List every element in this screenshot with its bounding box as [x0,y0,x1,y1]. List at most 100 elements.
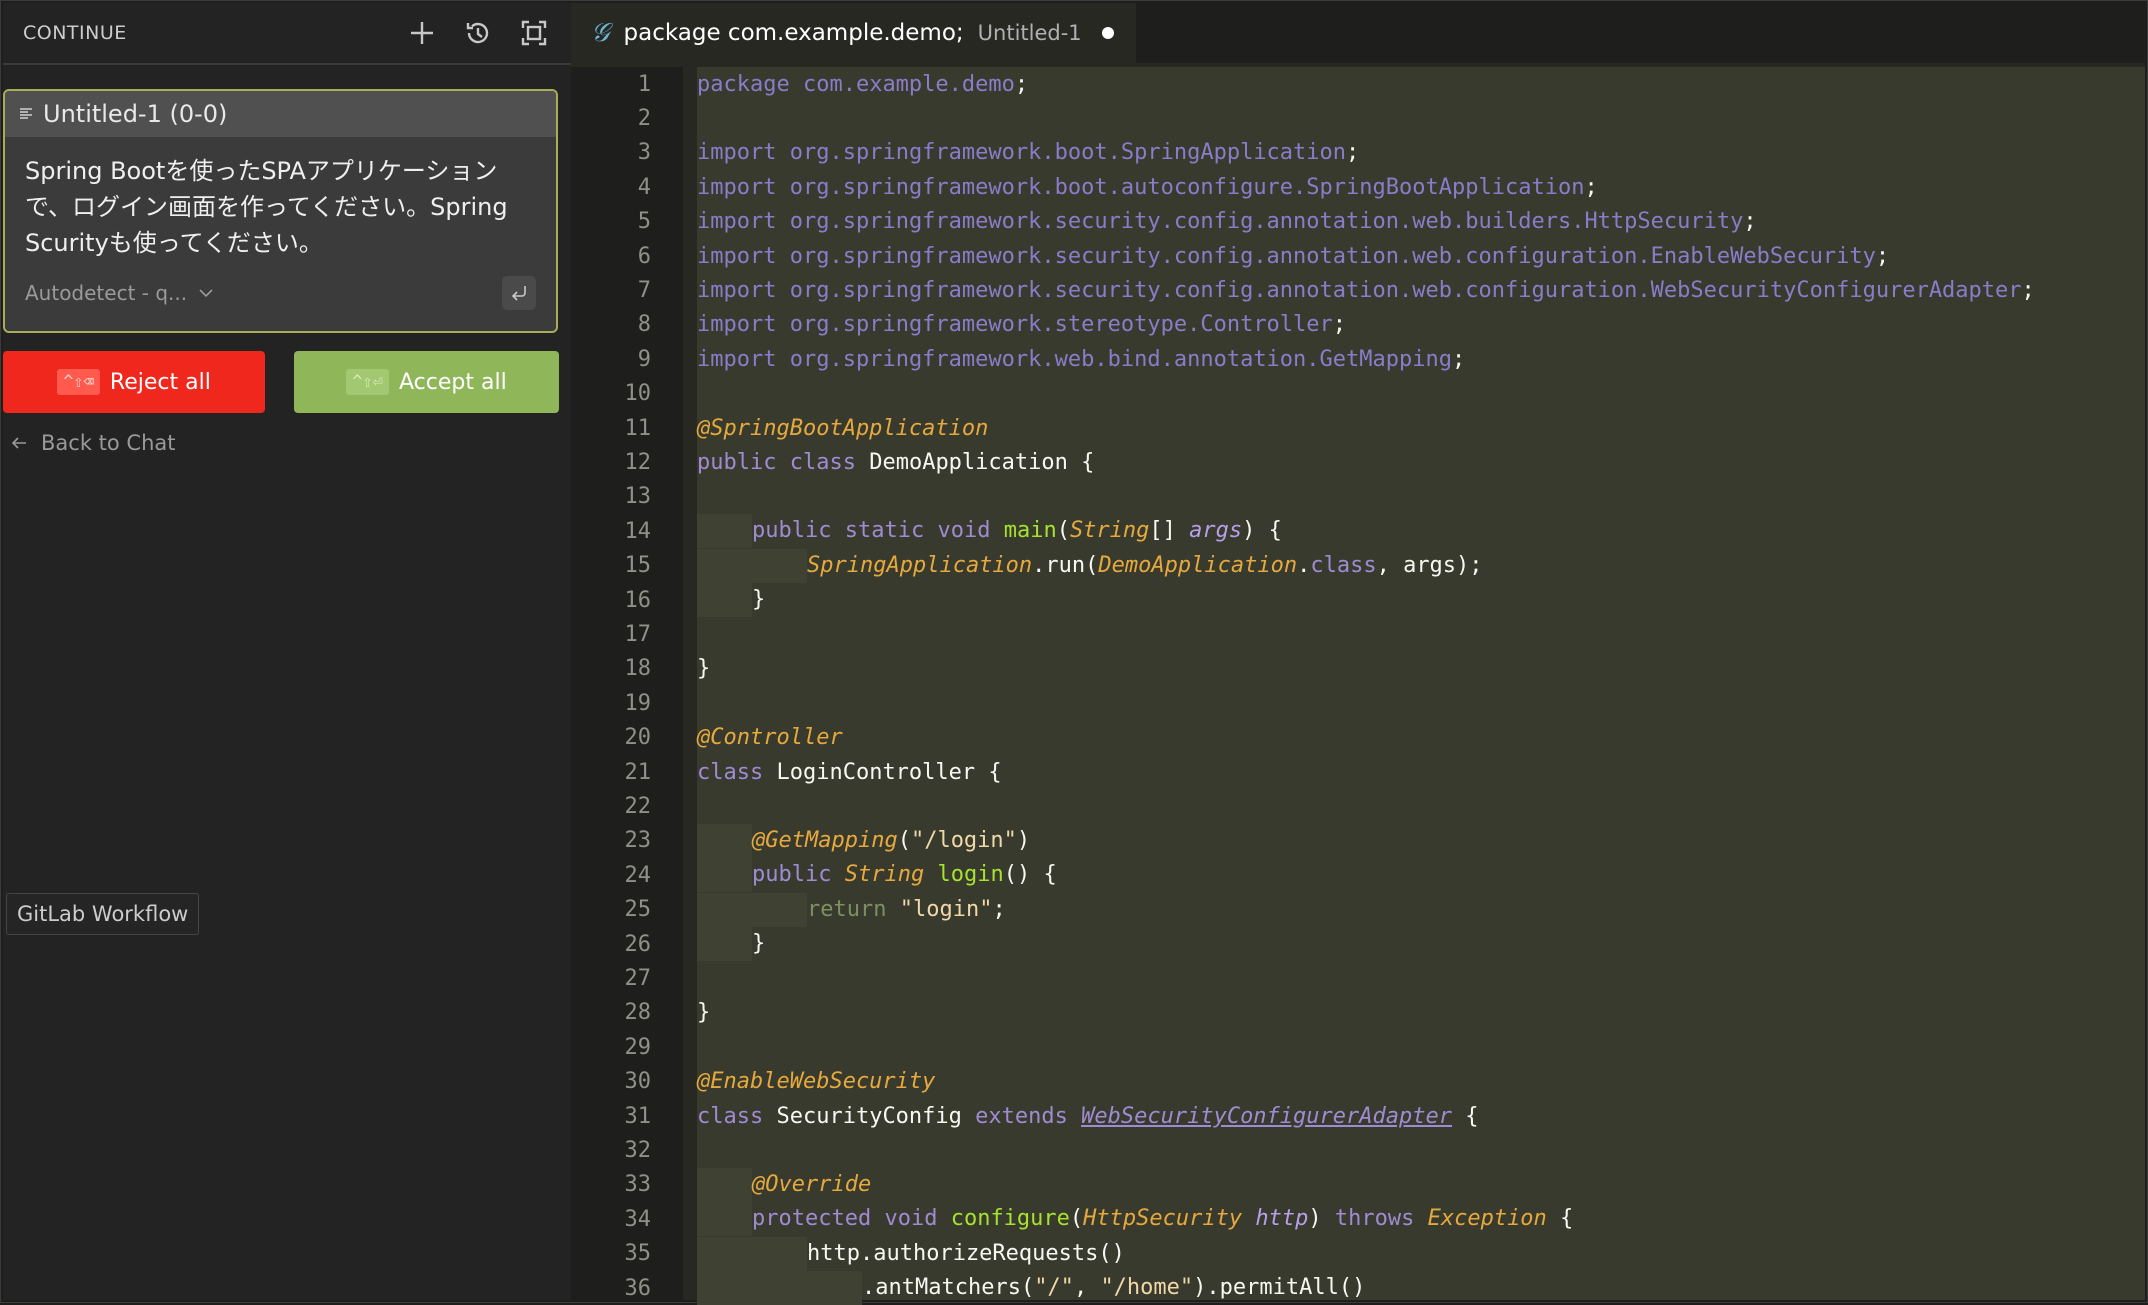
line-text: import org.springframework.security.conf… [697,209,1757,235]
code-line[interactable]: 5 import org.springframework.security.con… [571,205,1757,239]
code-line[interactable]: 14 public static void main(String[] args)… [571,514,1282,549]
line-number: 29 [624,1034,652,1060]
code-line[interactable]: 24 public String login() { [571,858,1057,893]
code-line[interactable]: 36 .antMatchers("/", "/home").permitAll() [571,1271,1365,1305]
code-line[interactable]: 22 [571,789,652,823]
prompt-text[interactable]: Spring Bootを使ったSPAアプリケーション で、ログイン画面を作ってく… [5,137,556,261]
line-number: 19 [624,690,652,716]
code-line[interactable]: 31 class SecurityConfig extends WebSecuri… [571,1099,1479,1133]
line-number: 25 [624,897,652,923]
submit-button[interactable] [502,276,536,310]
line-number: 14 [624,518,652,544]
back-to-chat-link[interactable]: Back to Chat [11,431,176,455]
card-file-title: Untitled-1 (0-0) [43,100,228,128]
code-line[interactable]: 34 protected void configure(HttpSecurity … [571,1202,1573,1237]
line-number: 8 [637,312,651,338]
code-editor: 𝒢 package com.example.demo; Untitled-1 1… [571,3,2145,1305]
code-line[interactable]: 4 import org.springframework.boot.autocon… [571,170,1598,204]
card-header: Untitled-1 (0-0) [5,91,556,137]
plus-icon[interactable] [405,16,439,50]
code-line[interactable]: 19 [571,686,652,720]
code-line[interactable]: 2 [571,101,651,135]
model-selector-label: Autodetect - q... [25,281,188,305]
line-number: 26 [624,931,652,957]
code-line[interactable]: 35 http.authorizeRequests() [571,1236,1125,1271]
unsaved-dot-icon[interactable] [1101,27,1114,39]
code-line[interactable]: 33 @Override [571,1167,871,1202]
code-line[interactable]: 13 [571,480,652,514]
line-text: @Controller [697,725,843,751]
line-number: 1 [637,71,651,97]
continue-sidebar: CONTINUE Untitled-1 (0-0) Spring Bootを使っ… [3,3,571,1300]
code-line[interactable]: 1 package com.example.demo; [571,67,1028,101]
code-line[interactable]: 17 [571,617,652,651]
code-line[interactable]: 29 [571,1030,652,1064]
code-line[interactable]: 3 import org.springframework.boot.SpringA… [571,136,1360,170]
line-number: 24 [624,862,652,888]
line-number: 2 [637,105,651,131]
line-text: return "login"; [697,892,1006,927]
editor-tab[interactable]: 𝒢 package com.example.demo; Untitled-1 [571,3,1137,63]
sidebar-header: CONTINUE [3,3,571,65]
code-line[interactable]: 10 [571,377,652,411]
code-line[interactable]: 11 @SpringBootApplication [571,411,989,445]
tab-title: package com.example.demo; [623,20,964,46]
line-text: import org.springframework.boot.SpringAp… [697,140,1360,166]
line-number: 23 [624,828,652,854]
code-line[interactable]: 15 SpringApplication.run(DemoApplication.… [571,548,1483,583]
line-text: public class DemoApplication { [697,449,1095,475]
code-area[interactable]: 1 package com.example.demo; 2 3 import org.s… [571,67,2145,1305]
code-line[interactable]: 9 import org.springframework.web.bind.ann… [571,342,1466,376]
code-line[interactable]: 6 import org.springframework.security.con… [571,239,1889,273]
code-line[interactable]: 32 [571,1133,652,1167]
line-text: .antMatchers("/", "/home").permitAll() [697,1271,1365,1305]
arrow-left-icon [11,437,26,449]
code-line[interactable]: 25 return "login"; [571,892,1006,927]
line-text: SpringApplication.run(DemoApplication.cl… [697,548,1483,583]
code-line[interactable]: 7 import org.springframework.security.con… [571,273,2035,307]
line-text: http.authorizeRequests() [697,1236,1125,1271]
line-text: public String login() { [697,858,1057,893]
line-number: 31 [624,1103,652,1129]
code-line[interactable]: 23 @GetMapping("/login") [571,823,1030,858]
line-number: 34 [624,1206,652,1232]
gitlab-duo-icon: 𝒢 [591,17,610,48]
code-line[interactable]: 26} [571,927,765,961]
line-number: 4 [637,174,651,200]
history-icon[interactable] [461,16,495,50]
line-number: 28 [624,1000,652,1026]
code-line[interactable]: 12 public class DemoApplication { [571,445,1095,479]
line-number: 18 [624,656,652,682]
fullscreen-icon[interactable] [517,16,551,50]
reject-all-button[interactable]: ^⇧⌫ Reject all [3,351,265,413]
code-line[interactable]: 30 @EnableWebSecurity [571,1065,936,1099]
line-text: class LoginController { [697,759,1002,785]
line-number: 10 [624,381,652,407]
line-number: 20 [624,725,652,751]
code-line[interactable]: 21 class LoginController { [571,755,1002,789]
code-line[interactable]: 28} [571,996,711,1030]
accept-all-label: Accept all [399,369,507,395]
code-line[interactable]: 16} [571,583,765,617]
prompt-line: で、ログイン画面を作ってください。Spring [25,193,508,221]
line-number: 36 [624,1275,652,1301]
line-number: 27 [624,965,652,991]
model-selector[interactable]: Autodetect - q... [25,281,213,305]
prompt-line: Spring Bootを使ったSPAアプリケーション [25,157,498,185]
line-number: 22 [624,793,652,819]
prompt-line: Scurityも使ってください。 [25,229,323,257]
back-to-chat-label: Back to Chat [41,431,176,455]
line-text: } [697,583,765,617]
line-text: package com.example.demo; [697,71,1029,97]
code-line[interactable]: 18} [571,652,711,686]
line-text: import org.springframework.web.bind.anno… [697,346,1466,372]
code-line[interactable]: 27 [571,961,652,995]
code-line[interactable]: 8 import org.springframework.stereotype.C… [571,308,1346,342]
line-number: 32 [624,1137,652,1163]
code-line[interactable]: 20 @Controller [571,721,843,755]
line-number: 13 [624,484,652,510]
tab-description: Untitled-1 [977,21,1082,45]
accept-all-button[interactable]: ^⇧⏎ Accept all [294,351,559,413]
line-text: import org.springframework.boot.autoconf… [697,174,1598,200]
chevron-down-icon [199,289,213,298]
